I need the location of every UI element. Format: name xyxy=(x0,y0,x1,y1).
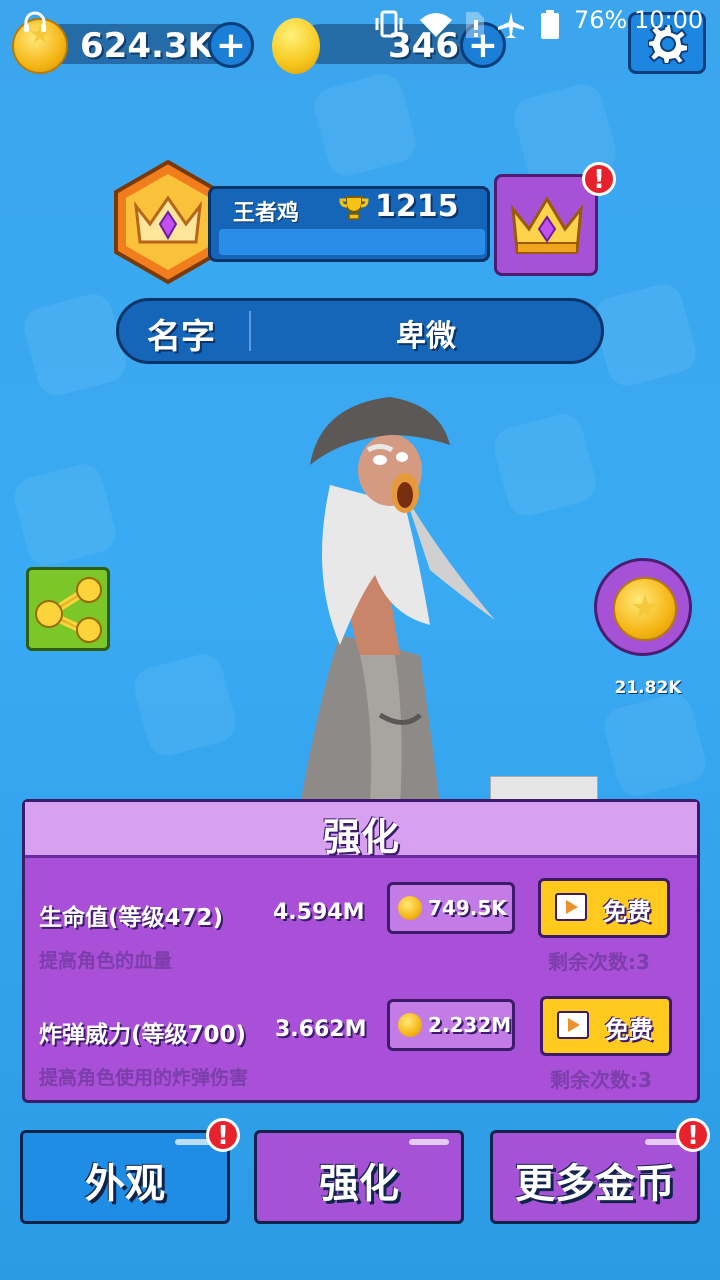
game-screen: 76% 10:00 ★ 624.3K + 346 + 王者鸡 1215 ! 名字… xyxy=(0,0,720,1280)
background-pattern xyxy=(129,649,241,761)
video-play-icon xyxy=(557,1011,589,1039)
background-pattern xyxy=(19,289,131,401)
free-label: 免费 xyxy=(603,898,651,926)
vibrate-icon xyxy=(375,10,403,38)
coin-reward-button[interactable]: ★ xyxy=(594,558,692,656)
profile-panel: 王者鸡 1215 xyxy=(208,186,490,262)
upgrade-name-hp: 生命值(等级472) xyxy=(39,905,224,931)
upgrade-panel: 强化 生命值(等级472) 4.594M 提高角色的血量 749.5K 免费 剩… xyxy=(22,799,700,1103)
background-pattern xyxy=(9,459,121,571)
upgrade-hp-cost: 749.5K xyxy=(428,896,507,920)
name-value: 卑微 xyxy=(396,319,456,354)
upgrade-desc-hp: 提高角色的血量 xyxy=(39,950,173,972)
upgrade-value-bomb: 3.662M xyxy=(275,1017,367,1042)
upgrade-panel-title: 强化 xyxy=(322,815,399,859)
upgrade-desc-bomb: 提高角色使用的炸弹伤害 xyxy=(39,1067,249,1089)
upgrade-bomb-cost: 2.232M xyxy=(428,1013,512,1037)
upgrade-hp-remaining: 剩余次数:3 xyxy=(548,950,650,974)
background-pattern xyxy=(589,279,701,391)
tab-upgrade-label: 强化 xyxy=(319,1161,399,1207)
tab-more-coins[interactable]: 更多金币 xyxy=(490,1130,700,1224)
rank-alert-badge: ! xyxy=(582,162,616,196)
coin-icon: ★ xyxy=(613,577,677,641)
rank-rewards-button[interactable] xyxy=(494,174,598,276)
status-bar: 76% 10:00 xyxy=(0,0,720,48)
upgrade-value-hp: 4.594M xyxy=(273,900,365,925)
trophy-count: 1215 xyxy=(375,189,459,224)
coin-reward-amount: 21.82K xyxy=(614,678,682,698)
upgrade-panel-header: 强化 xyxy=(25,802,697,859)
clock: 10:00 xyxy=(634,6,704,34)
player-name: 王者鸡 xyxy=(233,201,300,226)
share-icon xyxy=(35,577,102,643)
background-pattern xyxy=(309,69,421,181)
upgrade-bomb-remaining: 剩余次数:3 xyxy=(550,1068,652,1092)
battery-icon xyxy=(541,10,559,39)
upgrade-bomb-free-button[interactable]: 免费 xyxy=(540,996,672,1056)
upgrade-name-bomb: 炸弹威力(等级700) xyxy=(39,1022,247,1048)
name-field[interactable]: 名字 卑微 xyxy=(116,298,604,364)
sim-icon xyxy=(466,12,484,38)
appearance-alert-badge: ! xyxy=(206,1118,240,1152)
free-label: 免费 xyxy=(605,1016,653,1044)
upgrade-hp-free-button[interactable]: 免费 xyxy=(538,878,670,938)
wifi-icon xyxy=(420,13,452,37)
background-pattern xyxy=(599,689,711,801)
tab-appearance-label: 外观 xyxy=(85,1161,165,1207)
tab-more-coins-label: 更多金币 xyxy=(515,1161,675,1207)
battery-percent: 76% xyxy=(574,6,628,34)
xp-bar xyxy=(219,229,485,255)
coin-icon xyxy=(398,896,422,920)
tab-shine xyxy=(409,1139,449,1145)
trophy-icon xyxy=(339,196,369,220)
video-play-icon xyxy=(555,893,587,921)
headset-icon xyxy=(24,11,46,32)
tab-appearance[interactable]: 外观 xyxy=(20,1130,230,1224)
upgrade-hp-coin-button[interactable]: 749.5K xyxy=(387,882,515,934)
share-button[interactable] xyxy=(26,567,110,651)
crown-icon xyxy=(511,196,583,254)
name-label: 名字 xyxy=(147,317,215,357)
upgrade-bomb-coin-button[interactable]: 2.232M xyxy=(387,999,515,1051)
tab-upgrade[interactable]: 强化 xyxy=(254,1130,464,1224)
coin-icon xyxy=(398,1013,422,1037)
character-wizard xyxy=(300,397,495,805)
more-coins-alert-badge: ! xyxy=(676,1118,710,1152)
airplane-icon xyxy=(498,12,524,38)
